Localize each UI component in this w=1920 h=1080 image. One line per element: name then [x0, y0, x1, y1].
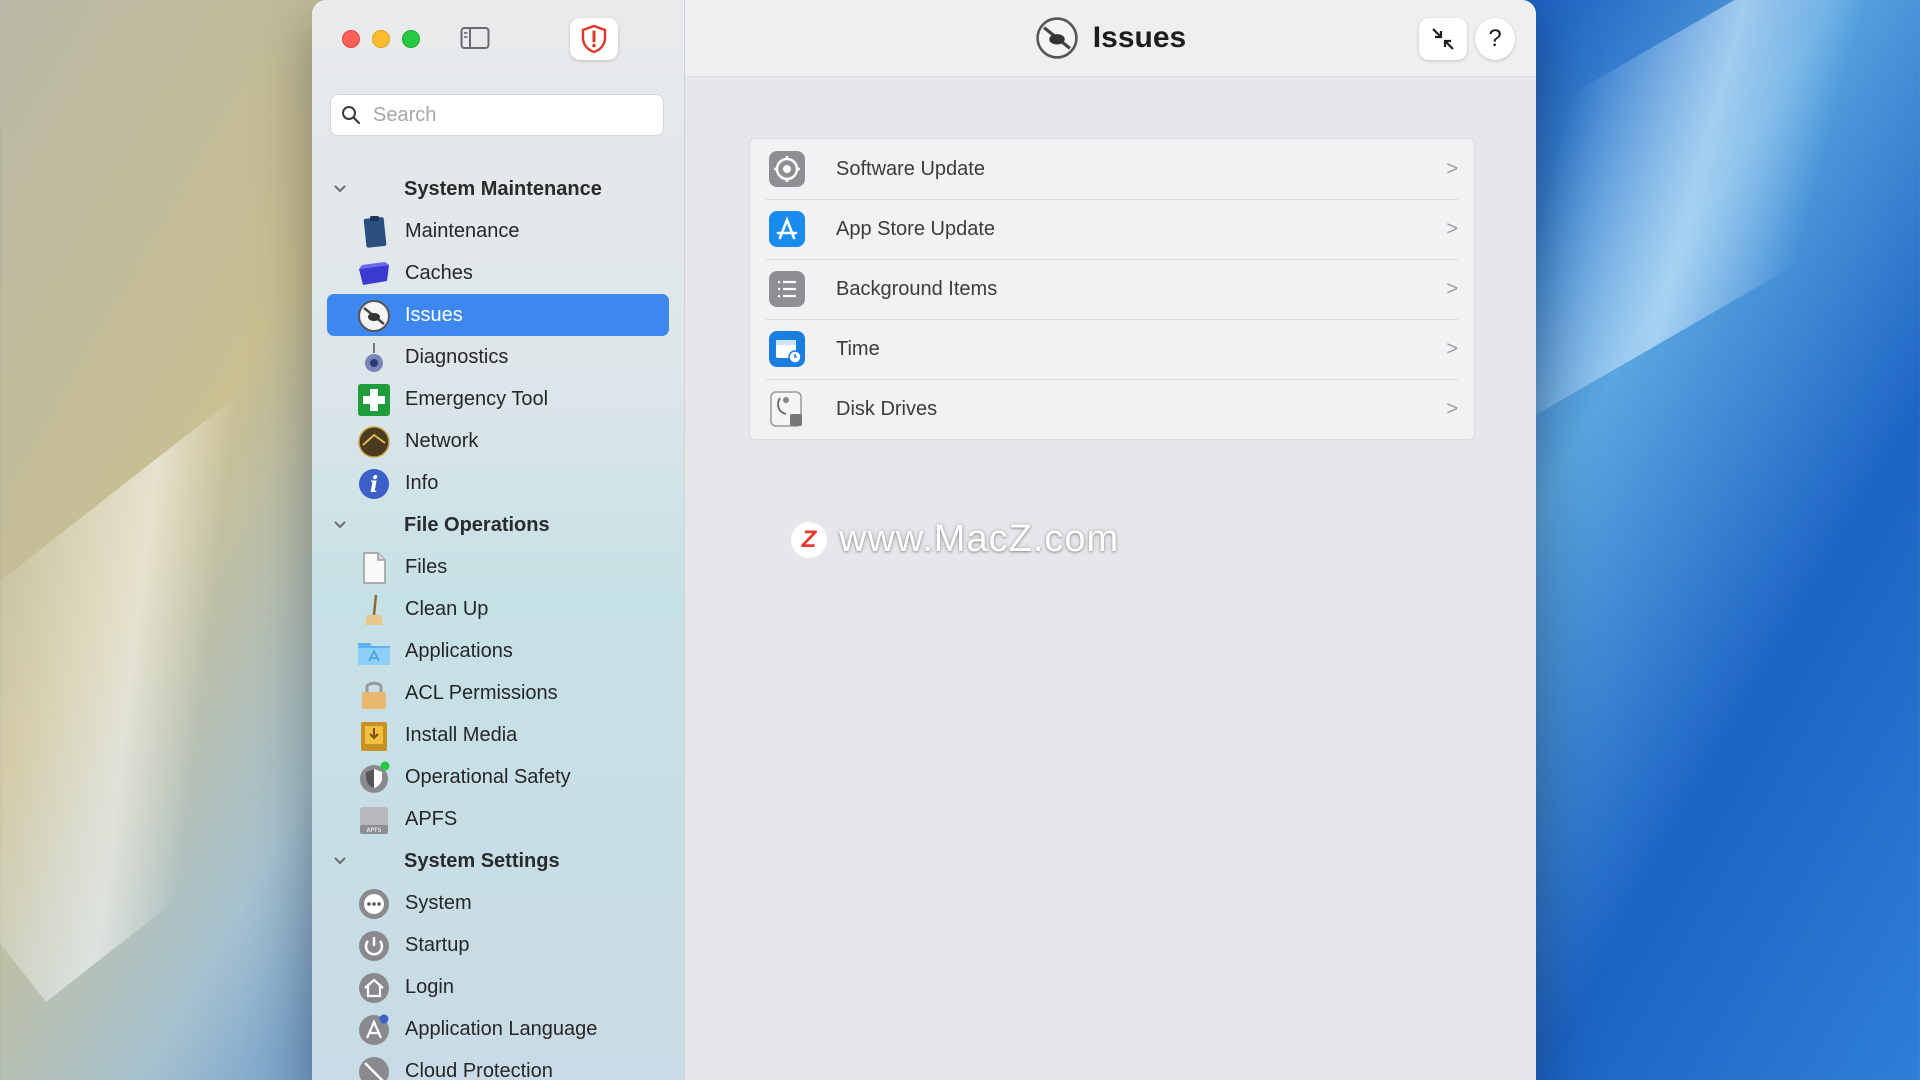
- applications-folder-icon: [358, 643, 390, 665]
- sidebar-item-clean-up[interactable]: Clean Up: [327, 588, 669, 630]
- issues-icon: [1036, 17, 1078, 59]
- home-icon: [359, 973, 389, 1003]
- watermark: Z www.MacZ.com: [791, 518, 1119, 561]
- shield-button[interactable]: [570, 18, 618, 60]
- section-system-settings[interactable]: System Settings: [312, 840, 684, 882]
- sidebar-item-maintenance[interactable]: Maintenance: [327, 210, 669, 252]
- section-title: System Maintenance: [404, 177, 602, 200]
- watermark-text: www.MacZ.com: [839, 518, 1120, 560]
- chevron-right-icon: >: [1446, 337, 1458, 360]
- shield-alert-icon: [581, 24, 607, 54]
- list-item-time[interactable]: Time >: [750, 319, 1474, 379]
- chevron-right-icon: >: [1446, 157, 1458, 180]
- sidebar-item-network[interactable]: Network: [327, 420, 669, 462]
- apfs-drive-icon: APFS: [360, 807, 388, 834]
- section-file-operations[interactable]: File Operations: [312, 504, 684, 546]
- search-icon: [342, 106, 361, 125]
- first-aid-icon: [358, 384, 390, 416]
- system-dots-icon: [359, 889, 389, 919]
- cloud-protection-icon: [359, 1057, 389, 1080]
- section-system-maintenance[interactable]: System Maintenance: [312, 168, 684, 210]
- sidebar-item-info[interactable]: i Info: [327, 462, 669, 504]
- sidebar-nav: System Maintenance Maintenance Caches Is…: [312, 168, 684, 1080]
- document-icon: [363, 552, 386, 584]
- sidebar-item-diagnostics[interactable]: Diagnostics: [327, 336, 669, 378]
- title-group: Issues: [685, 16, 1536, 60]
- disk-drive-icon: [770, 391, 802, 427]
- minimize-button[interactable]: [372, 30, 390, 48]
- install-media-icon: [361, 722, 387, 751]
- sidebar-item-cloud-protection[interactable]: Cloud Protection: [327, 1050, 669, 1080]
- window-controls: [342, 30, 420, 48]
- collapse-button[interactable]: [1419, 18, 1467, 60]
- sidebar-item-install-media[interactable]: Install Media: [327, 714, 669, 756]
- list-icon: [769, 271, 805, 307]
- issues-list: Software Update > App Store Update > Bac…: [749, 138, 1475, 440]
- chevron-down-icon[interactable]: [332, 181, 348, 197]
- sidebar-toggle-icon[interactable]: [460, 26, 490, 50]
- calendar-clock-icon: [769, 331, 805, 367]
- list-item-disk-drives[interactable]: Disk Drives >: [750, 379, 1474, 439]
- broom-icon: [365, 594, 383, 625]
- shield-icon: [360, 761, 390, 793]
- sidebar-item-issues[interactable]: Issues: [327, 294, 669, 336]
- help-button[interactable]: ?: [1475, 18, 1515, 60]
- sidebar-item-emergency-tool[interactable]: Emergency Tool: [327, 378, 669, 420]
- sidebar-item-application-language[interactable]: Application Language: [327, 1008, 669, 1050]
- sidebar: System Maintenance Maintenance Caches Is…: [312, 0, 685, 1080]
- list-item-app-store-update[interactable]: App Store Update >: [750, 199, 1474, 259]
- sidebar-item-startup[interactable]: Startup: [327, 924, 669, 966]
- sidebar-item-operational-safety[interactable]: Operational Safety: [327, 756, 669, 798]
- diagnostics-icon: [365, 343, 383, 372]
- chevron-down-icon[interactable]: [332, 517, 348, 533]
- list-item-background-items[interactable]: Background Items >: [750, 259, 1474, 319]
- sidebar-item-login[interactable]: Login: [327, 966, 669, 1008]
- power-icon: [359, 931, 389, 961]
- caches-bin-icon: [359, 262, 389, 285]
- page-title: Issues: [1092, 21, 1187, 54]
- chevron-right-icon: >: [1446, 217, 1458, 240]
- chevron-right-icon: >: [1446, 397, 1458, 420]
- title-bar: Issues ?: [685, 0, 1536, 77]
- chevron-down-icon[interactable]: [332, 853, 348, 869]
- list-item-software-update[interactable]: Software Update >: [750, 139, 1474, 199]
- issues-icon: [358, 300, 390, 332]
- search-input[interactable]: [371, 102, 655, 128]
- section-title: File Operations: [404, 513, 550, 536]
- sidebar-item-caches[interactable]: Caches: [327, 252, 669, 294]
- app-window: System Maintenance Maintenance Caches Is…: [312, 0, 1536, 1080]
- sidebar-item-applications[interactable]: Applications: [327, 630, 669, 672]
- zoom-button[interactable]: [402, 30, 420, 48]
- sidebar-item-acl-permissions[interactable]: ACL Permissions: [327, 672, 669, 714]
- collapse-arrows-icon: [1432, 28, 1454, 50]
- main-content: Issues ? Software Update > App Store Upd…: [685, 0, 1536, 1080]
- lock-icon: [362, 681, 386, 709]
- svg-text:APFS: APFS: [367, 827, 382, 834]
- search-field[interactable]: [330, 94, 664, 136]
- svg-text:i: i: [370, 472, 378, 498]
- app-store-icon: [769, 211, 805, 247]
- network-globe-icon: [358, 426, 390, 458]
- chevron-right-icon: >: [1446, 277, 1458, 300]
- sidebar-item-files[interactable]: Files: [327, 546, 669, 588]
- sidebar-item-apfs[interactable]: APFS APFS: [327, 798, 669, 840]
- close-button[interactable]: [342, 30, 360, 48]
- section-title: System Settings: [404, 849, 560, 872]
- clipboard-icon: [363, 216, 387, 248]
- language-icon: [359, 1014, 389, 1045]
- info-icon: i: [359, 469, 389, 499]
- software-update-gear-icon: [769, 151, 805, 187]
- watermark-logo: Z: [791, 521, 827, 558]
- sidebar-item-system[interactable]: System: [327, 882, 669, 924]
